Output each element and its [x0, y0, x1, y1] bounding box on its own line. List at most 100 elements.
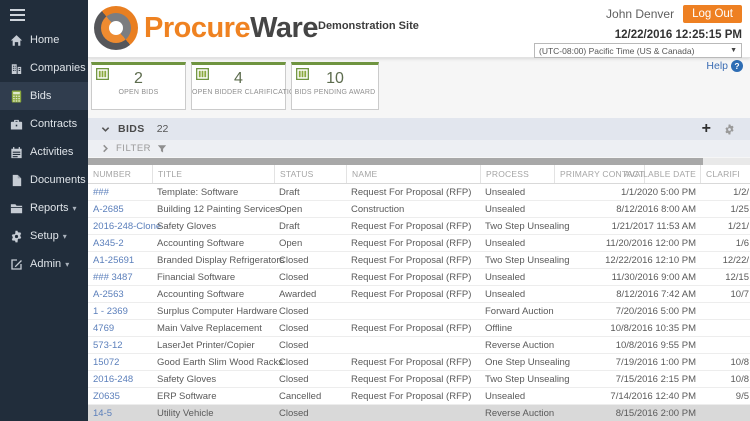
table-row[interactable]: A-2563Accounting SoftwareAwardedRequest …	[88, 286, 750, 303]
cell-process: Unsealed	[480, 201, 554, 217]
sidebar-item-label: Home	[30, 34, 59, 46]
cell-name	[346, 405, 480, 421]
table-row[interactable]: 4769Main Valve ReplacementClosedRequest …	[88, 320, 750, 337]
home-icon	[9, 33, 24, 48]
column-header-name[interactable]: NAME	[346, 165, 480, 183]
sidebar-item-documents[interactable]: Documents	[0, 166, 88, 194]
sidebar-item-label: Activities	[30, 146, 73, 158]
sidebar-item-activities[interactable]: Activities	[0, 138, 88, 166]
cell-number: 573-12	[88, 337, 152, 353]
sidebar-item-label: Documents	[30, 174, 86, 186]
bids-panel-header[interactable]: BIDS 22 +	[88, 118, 750, 140]
sidebar-item-label: Reports▾	[30, 202, 77, 214]
bid-number-link[interactable]: 14-5	[93, 408, 112, 419]
add-bid-button[interactable]: +	[702, 121, 711, 137]
cell-process: Unsealed	[480, 184, 554, 200]
bids-table-body: ###Template: SoftwareDraftRequest For Pr…	[88, 184, 750, 421]
column-header-clarifications[interactable]: CLARIFI	[700, 165, 750, 183]
card-open-bidder-clarifications[interactable]: 4 OPEN BIDDER CLARIFICATIONS	[191, 62, 286, 110]
table-row[interactable]: A-2685Building 12 Painting ServicesOpenC…	[88, 201, 750, 218]
bids-panel-title: BIDS	[118, 123, 145, 135]
chevron-down-icon: ▾	[65, 260, 69, 269]
sidebar-item-admin[interactable]: Admin▾	[0, 250, 88, 278]
help-icon: ?	[731, 60, 743, 72]
column-header-available_date[interactable]: AVAILABLE DATE	[644, 165, 700, 183]
table-row[interactable]: 573-12LaserJet Printer/CopierClosedRever…	[88, 337, 750, 354]
cell-name	[346, 303, 480, 319]
chevron-down-icon	[101, 125, 110, 134]
bid-number-link[interactable]: A-2563	[93, 289, 124, 300]
cell-clarifications	[700, 320, 750, 336]
cell-clarifications	[700, 337, 750, 353]
table-row[interactable]: 1 - 2369Surplus Computer HardwareClosedF…	[88, 303, 750, 320]
bid-number-link[interactable]: A345-2	[93, 238, 124, 249]
table-row[interactable]: 2016-248-CloneSafety GlovesDraftRequest …	[88, 218, 750, 235]
cell-available_date: 12/22/2016 12:10 PM	[644, 252, 700, 268]
bid-number-link[interactable]: 2016-248-Clone	[93, 221, 161, 232]
cell-clarifications	[700, 303, 750, 319]
table-row[interactable]: Z0635ERP SoftwareCancelledRequest For Pr…	[88, 388, 750, 405]
timezone-select[interactable]: (UTC-08:00) Pacific Time (US & Canada) ▼	[534, 43, 742, 58]
chevron-down-icon: ▼	[730, 47, 737, 54]
sidebar-item-companies[interactable]: Companies	[0, 54, 88, 82]
site-label: Demonstration Site	[318, 20, 419, 32]
cell-number: 14-5	[88, 405, 152, 421]
grid-settings-icon[interactable]	[723, 123, 736, 136]
cell-number: ###	[88, 184, 152, 200]
cell-name: Request For Proposal (RFP)	[346, 252, 480, 268]
sidebar-item-reports[interactable]: Reports▾	[0, 194, 88, 222]
table-row[interactable]: 15072Good Earth Slim Wood RacksClosedReq…	[88, 354, 750, 371]
help-label: Help	[706, 60, 728, 72]
cell-clarifications: 9/5	[700, 388, 750, 404]
ledger-icon	[296, 68, 309, 80]
sidebar-item-setup[interactable]: Setup▾	[0, 222, 88, 250]
bid-number-link[interactable]: 2016-248	[93, 374, 133, 385]
cell-name	[346, 337, 480, 353]
cell-title: Template: Software	[152, 184, 274, 200]
card-bids-pending-award[interactable]: 10 BIDS PENDING AWARD	[291, 62, 379, 110]
card-open-bids[interactable]: 2 OPEN BIDS	[91, 62, 186, 110]
sidebar-item-contracts[interactable]: Contracts	[0, 110, 88, 138]
column-header-number[interactable]: NUMBER	[88, 165, 152, 183]
bid-number-link[interactable]: 1 - 2369	[93, 306, 128, 317]
bid-number-link[interactable]: 573-12	[93, 340, 123, 351]
cell-clarifications: 12/22/	[700, 252, 750, 268]
timezone-value: (UTC-08:00) Pacific Time (US & Canada)	[539, 46, 694, 56]
bid-number-link[interactable]: Z0635	[93, 391, 120, 402]
column-header-title[interactable]: TITLE	[152, 165, 274, 183]
column-header-process[interactable]: PROCESS	[480, 165, 554, 183]
cell-name: Request For Proposal (RFP)	[346, 354, 480, 370]
horizontal-scrollbar[interactable]	[88, 158, 750, 165]
bid-number-link[interactable]: A-2685	[93, 204, 124, 215]
table-row[interactable]: 14-5Utility VehicleClosedReverse Auction…	[88, 405, 750, 421]
sidebar-item-home[interactable]: Home	[0, 26, 88, 54]
column-header-status[interactable]: STATUS	[274, 165, 346, 183]
help-link[interactable]: Help ?	[706, 60, 743, 72]
table-header-row[interactable]: NUMBERTITLESTATUSNAMEPROCESSPRIMARY CONT…	[88, 165, 750, 184]
cell-available_date: 8/12/2016 7:42 AM	[644, 286, 700, 302]
bid-number-link[interactable]: 4769	[93, 323, 114, 334]
logout-button[interactable]: Log Out	[683, 5, 742, 23]
cell-status: Closed	[274, 303, 346, 319]
cell-clarifications: 10/8	[700, 371, 750, 387]
table-row[interactable]: A345-2Accounting SoftwareOpenRequest For…	[88, 235, 750, 252]
sidebar-item-bids[interactable]: Bids	[0, 82, 88, 110]
sidebar-item-label: Admin▾	[30, 258, 69, 270]
bid-number-link[interactable]: ###	[93, 187, 109, 198]
table-row[interactable]: A1-25691Branded Display RefrigeratorsClo…	[88, 252, 750, 269]
bid-number-link[interactable]: ### 3487	[93, 272, 133, 283]
filter-bar[interactable]: FILTER	[88, 140, 750, 157]
procureware-logo[interactable]: ProcureWare	[94, 6, 318, 50]
bid-number-link[interactable]: A1-25691	[93, 255, 134, 266]
current-datetime: 12/22/2016 12:25:15 PM	[615, 29, 742, 41]
cell-name: Construction	[346, 201, 480, 217]
cell-name: Request For Proposal (RFP)	[346, 286, 480, 302]
cell-status: Closed	[274, 320, 346, 336]
hamburger-menu-icon[interactable]	[10, 9, 25, 24]
table-row[interactable]: ###Template: SoftwareDraftRequest For Pr…	[88, 184, 750, 201]
cell-clarifications: 10/8	[700, 354, 750, 370]
table-row[interactable]: 2016-248Safety GlovesClosedRequest For P…	[88, 371, 750, 388]
scrollbar-thumb[interactable]	[88, 158, 703, 165]
table-row[interactable]: ### 3487Financial SoftwareClosedRequest …	[88, 269, 750, 286]
bid-number-link[interactable]: 15072	[93, 357, 119, 368]
